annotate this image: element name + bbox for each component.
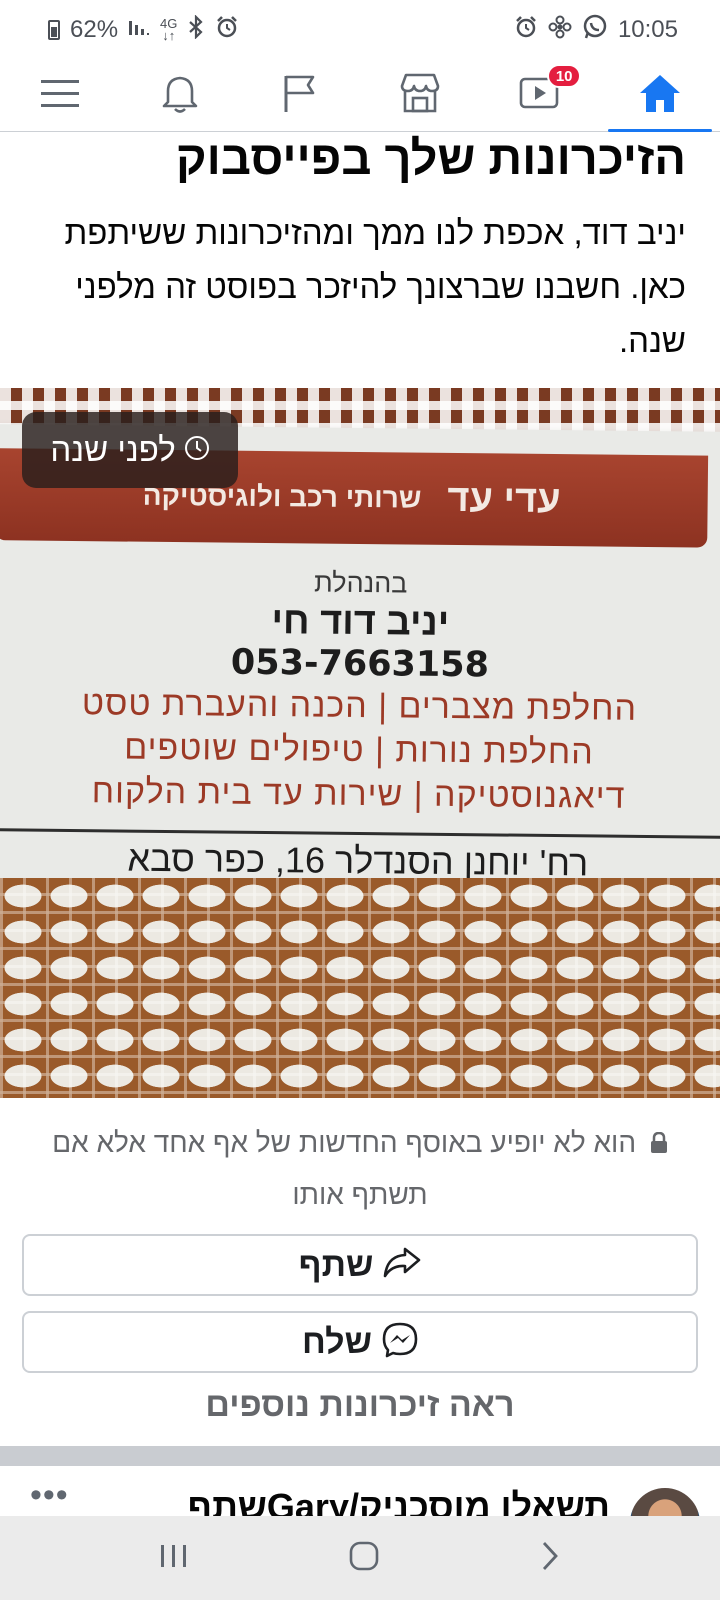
back-chevron-icon[interactable] xyxy=(539,1540,561,1577)
bluetooth-icon xyxy=(187,14,205,45)
menu-tab[interactable] xyxy=(0,60,120,131)
see-more-memories-link[interactable]: ראה זיכרונות נוספים xyxy=(0,1386,720,1425)
send-label: שלח xyxy=(302,1322,372,1361)
card-service-line: החלפת נורות | טיפולים שוטפים xyxy=(124,728,595,772)
card-body: בהנהלת יניב דוד חי 053-7663158 החלפת מצב… xyxy=(0,564,720,820)
battery-level: 62% xyxy=(70,16,119,43)
recent-apps-icon[interactable] xyxy=(159,1543,189,1574)
android-navigation-bar xyxy=(0,1516,720,1600)
author-avatar[interactable] xyxy=(630,1488,700,1516)
home-circle-icon[interactable] xyxy=(348,1540,380,1577)
time-ago-badge: לפני שנה xyxy=(22,412,238,488)
card-service-line: דיאגנוסטיקה | שירות עד בית הלקוח xyxy=(91,772,626,816)
card-business-name: עדי עד xyxy=(447,477,561,521)
whatsapp-icon xyxy=(582,14,608,46)
next-post-header: תשאלו מוסכניק/Gary‏שתף ••• xyxy=(0,1466,720,1516)
alarm-icon xyxy=(514,15,538,45)
business-card: עדי עד שרותי רכב ולוגיסטיקה בהנהלת יניב … xyxy=(0,424,720,892)
lock-icon xyxy=(650,1120,668,1170)
pages-flag-icon xyxy=(281,72,319,119)
more-options-icon[interactable]: ••• xyxy=(30,1476,69,1515)
next-post-author[interactable]: תשאלו מוסכניק/Gary‏שתף xyxy=(188,1486,610,1516)
notifications-tab[interactable] xyxy=(120,60,240,131)
send-button[interactable]: שלח xyxy=(22,1311,698,1373)
clock-icon xyxy=(184,435,210,466)
messenger-icon xyxy=(382,1322,418,1363)
memory-description: יניב דוד, אכפת לנו ממך ומהזיכרונות ששיתפ… xyxy=(64,214,686,359)
share-label: שתף xyxy=(298,1245,374,1284)
card-service-line: החלפת מצברים | הכנה והעברת טסט xyxy=(81,684,638,728)
privacy-note: הוא לא יופיע באוסף החדשות של אף אחד אלא … xyxy=(20,1118,700,1220)
clock-time: 10:05 xyxy=(617,16,678,43)
watch-tab[interactable]: 10 xyxy=(480,60,600,131)
share-arrow-icon xyxy=(383,1247,421,1284)
top-navigation: 10 xyxy=(0,60,720,132)
card-person-name: יניב דוד חי xyxy=(271,600,450,644)
network-type: 4G xyxy=(160,16,178,31)
menu-icon xyxy=(41,78,79,113)
memory-photo[interactable]: עדי עד שרותי רכב ולוגיסטיקה בהנהלת יניב … xyxy=(0,388,720,1098)
battery-icon xyxy=(48,20,60,40)
card-management-label: בהנהלת xyxy=(313,567,408,599)
privacy-text: הוא לא יופיע באוסף החדשות של אף אחד אלא … xyxy=(52,1127,637,1210)
share-button[interactable]: שתף xyxy=(22,1234,698,1296)
marketplace-icon xyxy=(398,72,442,119)
watch-badge: 10 xyxy=(547,64,582,88)
feed-separator xyxy=(0,1446,720,1466)
status-left: 62% 4G ↓↑ xyxy=(48,14,239,45)
fan-icon xyxy=(548,15,572,45)
memory-title: הזיכרונות שלך בפייסבוק xyxy=(175,131,686,184)
home-tab[interactable] xyxy=(600,60,720,132)
alarm-icon xyxy=(215,15,239,45)
status-bar: 62% 4G ↓↑ 10:05 xyxy=(0,0,720,60)
marketplace-tab[interactable] xyxy=(360,60,480,131)
status-right: 10:05 xyxy=(514,14,678,46)
pages-tab[interactable] xyxy=(240,60,360,131)
notifications-icon xyxy=(160,72,200,119)
lace-background-bottom xyxy=(0,878,720,1098)
time-ago-label: לפני שנה xyxy=(50,431,176,468)
signal-icon xyxy=(128,17,150,43)
network-4g-icon: 4G ↓↑ xyxy=(160,16,178,43)
home-icon xyxy=(638,72,682,119)
